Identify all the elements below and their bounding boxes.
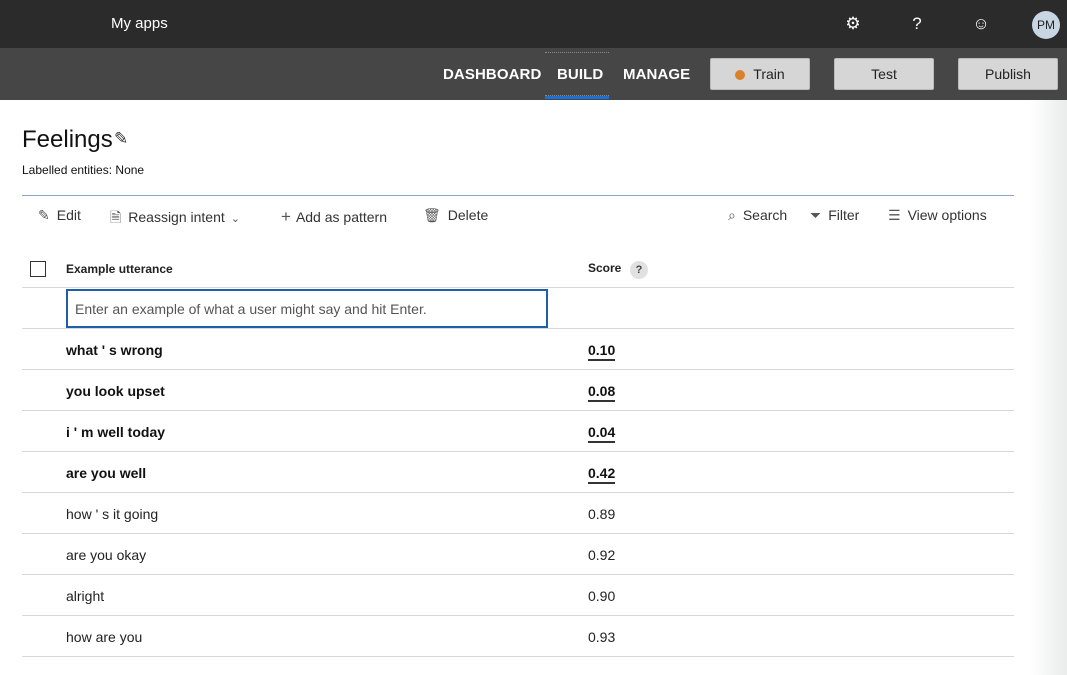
- filter-button[interactable]: ⏷ Filter: [810, 207, 859, 224]
- my-apps-link[interactable]: My apps: [111, 15, 168, 32]
- new-utterance-input[interactable]: [66, 289, 548, 328]
- search-icon: ⌕: [728, 207, 736, 223]
- delete-label: Delete: [447, 207, 489, 223]
- plus-icon: +: [281, 207, 291, 226]
- row-divider: [22, 287, 1014, 288]
- view-options-lines-icon: ☰: [888, 207, 901, 223]
- row-divider: [22, 328, 1014, 329]
- publish-button[interactable]: Publish: [958, 58, 1058, 90]
- intent-title: Feelings: [22, 126, 113, 153]
- score-cell: 0.93: [588, 629, 616, 645]
- settings-gear-icon[interactable]: ⚙: [843, 14, 863, 34]
- utterance-cell[interactable]: what ' s wrong: [66, 342, 163, 358]
- tab-manage[interactable]: MANAGE: [623, 66, 690, 83]
- search-label: Search: [742, 207, 788, 223]
- reassign-intent-button[interactable]: 🗎 Reassign intent ⌄: [110, 207, 240, 231]
- header-divider: [22, 195, 1014, 196]
- score-cell[interactable]: 0.04: [588, 424, 616, 443]
- column-header-score[interactable]: Score: [588, 261, 621, 275]
- filter-icon: ⏷: [810, 207, 822, 223]
- train-status-dot-icon: [735, 70, 746, 80]
- help-icon[interactable]: ?: [907, 14, 927, 34]
- reassign-label: Reassign intent: [128, 209, 225, 225]
- test-button[interactable]: Test: [834, 58, 934, 90]
- reassign-document-icon: 🗎: [110, 209, 122, 225]
- utterance-cell[interactable]: how ' s it going: [66, 506, 158, 522]
- nav-bar: DASHBOARD BUILD MANAGE Train Test Publis…: [0, 48, 1067, 100]
- search-button[interactable]: ⌕ Search: [728, 207, 787, 224]
- select-all-checkbox[interactable]: [30, 261, 46, 277]
- column-header-utterance[interactable]: Example utterance: [66, 262, 173, 276]
- score-cell[interactable]: 0.42: [588, 465, 616, 484]
- utterance-cell[interactable]: you look upset: [66, 383, 165, 399]
- filter-label: Filter: [828, 207, 860, 223]
- feedback-smiley-icon[interactable]: ☺: [971, 14, 991, 34]
- edit-label: Edit: [56, 207, 81, 223]
- chevron-down-icon: ⌄: [230, 213, 240, 225]
- utterance-cell[interactable]: how are you: [66, 629, 142, 645]
- tab-build[interactable]: BUILD: [557, 66, 603, 83]
- utterance-cell[interactable]: are you well: [66, 465, 146, 481]
- scroll-shadow: [1030, 100, 1067, 675]
- tab-dashboard[interactable]: DASHBOARD: [443, 66, 541, 83]
- row-divider: [22, 492, 1014, 493]
- add-as-pattern-button[interactable]: + Add as pattern: [281, 207, 387, 227]
- row-divider: [22, 615, 1014, 616]
- train-label: Train: [753, 66, 785, 82]
- pencil-icon: ✎: [38, 207, 50, 223]
- top-bar: My apps ⚙ ? ☺ PM: [0, 0, 1067, 48]
- utterance-cell[interactable]: i ' m well today: [66, 424, 165, 440]
- user-avatar[interactable]: PM: [1032, 11, 1060, 39]
- view-options-button[interactable]: ☰ View options: [888, 207, 987, 224]
- utterance-cell[interactable]: alright: [66, 588, 104, 604]
- score-help-icon[interactable]: ?: [630, 261, 648, 279]
- score-cell: 0.90: [588, 588, 616, 604]
- rename-pencil-icon[interactable]: ✎: [114, 129, 128, 149]
- trash-icon: 🗑: [423, 207, 441, 223]
- labelled-entities: Labelled entities: None: [22, 163, 145, 177]
- row-divider: [22, 656, 1014, 657]
- active-tab-indicator: [545, 96, 609, 99]
- row-divider: [22, 574, 1014, 575]
- row-divider: [22, 410, 1014, 411]
- row-divider: [22, 369, 1014, 370]
- edit-button[interactable]: ✎ Edit: [38, 207, 81, 224]
- score-cell: 0.89: [588, 506, 616, 522]
- score-cell: 0.92: [588, 547, 616, 563]
- add-pattern-label: Add as pattern: [295, 209, 387, 225]
- utterance-cell[interactable]: are you okay: [66, 547, 146, 563]
- row-divider: [22, 533, 1014, 534]
- row-divider: [22, 451, 1014, 452]
- view-options-label: View options: [907, 207, 987, 223]
- train-button[interactable]: Train: [710, 58, 810, 90]
- score-cell[interactable]: 0.10: [588, 342, 616, 361]
- score-cell[interactable]: 0.08: [588, 383, 616, 402]
- delete-button[interactable]: 🗑 Delete: [423, 207, 488, 224]
